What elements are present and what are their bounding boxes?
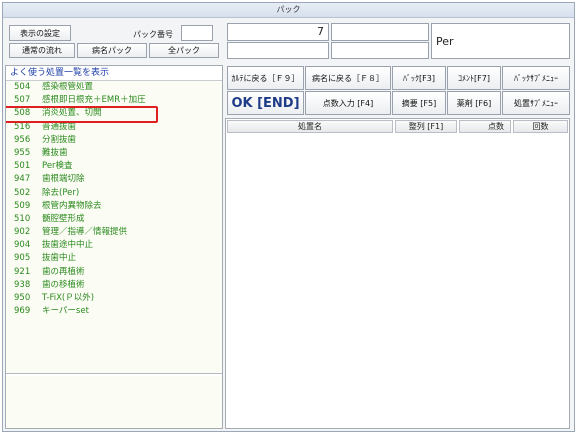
item-code: 905: [14, 253, 31, 264]
list-item[interactable]: 510 髄腔壁形成: [6, 213, 222, 226]
item-code: 969: [14, 306, 31, 317]
treatment-submenu-button[interactable]: 処置ｻﾌﾞﾒﾆｭｰ: [502, 91, 570, 115]
list-item[interactable]: 950 T-FiX(Ｐ以外): [6, 292, 222, 305]
list-item[interactable]: 902 管理／指導／情報提供: [6, 226, 222, 239]
item-code: 509: [14, 200, 31, 211]
frequent-treatment-panel: よく使う処置一覧を表示 504 感染根管処置 507 感根即日根充＋EMR＋加圧 508…: [5, 65, 223, 429]
item-name: 抜歯中止: [42, 253, 77, 264]
treatment-list: 504 感染根管処置 507 感根即日根充＋EMR＋加圧 508 消炎処置、切開 516 普通…: [6, 81, 222, 374]
detail-box: [6, 376, 222, 428]
pack-window: パック 表示の設定 パック番号 通常の流れ 病名パック 全パック 7 Per ｶ…: [2, 2, 575, 432]
sort-button[interactable]: 整列 [F1]: [395, 120, 457, 133]
list-item[interactable]: 904 抜歯途中中止: [6, 239, 222, 252]
item-name: 抜歯途中中止: [42, 240, 94, 251]
field-2[interactable]: [331, 23, 429, 41]
item-code: 902: [14, 227, 31, 238]
list-header[interactable]: よく使う処置一覧を表示: [6, 66, 222, 81]
item-name: 普通抜歯: [42, 121, 77, 132]
item-code: 502: [14, 187, 31, 198]
score-input-button[interactable]: 点数入力 [F4]: [305, 91, 391, 115]
field-3[interactable]: [227, 42, 329, 59]
item-name: 歯の再植術: [42, 266, 85, 277]
column-points[interactable]: 点数: [459, 120, 511, 133]
per-field[interactable]: Per: [431, 23, 570, 59]
normal-flow-button[interactable]: 通常の流れ: [9, 43, 75, 58]
ok-end-button[interactable]: OK [END]: [227, 91, 304, 115]
treatment-table: 処置名 整列 [F1] 点数 回数: [225, 118, 570, 429]
item-code: 510: [14, 213, 31, 224]
item-code: 921: [14, 266, 31, 277]
back-submenu-button[interactable]: ﾊﾞｯｸｻﾌﾞﾒﾆｭｰ: [502, 66, 570, 90]
item-code: 950: [14, 293, 31, 303]
column-count[interactable]: 回数: [513, 120, 568, 133]
item-code: 956: [14, 134, 31, 145]
field-4[interactable]: [331, 42, 429, 59]
list-item[interactable]: 502 除去(Per): [6, 187, 222, 200]
item-code: 504: [14, 82, 31, 92]
selection-highlight: [6, 106, 158, 123]
return-to-chart-button[interactable]: ｶﾙﾃに戻る［Ｆ９］: [227, 66, 304, 90]
item-code: 904: [14, 240, 31, 251]
list-item[interactable]: 905 抜歯中止: [6, 252, 222, 265]
summary-button[interactable]: 摘要 [F5]: [392, 91, 446, 115]
medicine-button[interactable]: 薬剤 [F6]: [447, 91, 501, 115]
item-name: 分割抜歯: [42, 134, 77, 145]
item-name: 歯根端切除: [42, 174, 85, 185]
item-code: 947: [14, 174, 31, 185]
item-name: 除去(Per): [42, 187, 80, 198]
list-item[interactable]: 947 歯根端切除: [6, 173, 222, 186]
pack-number-label: パック番号: [133, 30, 173, 39]
all-pack-button[interactable]: 全パック: [149, 43, 219, 58]
column-treatment-name[interactable]: 処置名: [227, 120, 393, 133]
item-name: 難抜歯: [42, 147, 68, 158]
item-name: 髄腔壁形成: [42, 213, 85, 224]
list-item[interactable]: 509 根管内異物除去: [6, 200, 222, 213]
item-name: 感根即日根充＋EMR＋加圧: [42, 95, 146, 106]
return-to-disease-button[interactable]: 病名に戻る［Ｆ８］: [305, 66, 391, 90]
count-field[interactable]: 7: [227, 23, 329, 41]
display-settings-button[interactable]: 表示の設定: [9, 25, 71, 41]
item-code: 501: [14, 161, 31, 172]
item-name: キーパーset: [42, 306, 89, 317]
item-code: 955: [14, 147, 31, 158]
item-name: 管理／指導／情報提供: [42, 227, 128, 238]
item-name: T-FiX(Ｐ以外): [42, 293, 95, 303]
item-name: 感染根管処置: [42, 82, 94, 92]
disease-pack-button[interactable]: 病名パック: [77, 43, 147, 58]
list-item[interactable]: 955 難抜歯: [6, 147, 222, 160]
item-name: 歯の移植術: [42, 279, 85, 290]
pack-number-input[interactable]: [181, 25, 213, 41]
back-button[interactable]: ﾊﾞｯｸ[F3]: [392, 66, 446, 90]
comment-button[interactable]: ｺﾒﾝﾄ[F7]: [447, 66, 501, 90]
list-item[interactable]: 501 Per検査: [6, 160, 222, 173]
item-name: 根管内異物除去: [42, 200, 102, 211]
item-name: Per検査: [42, 161, 73, 172]
list-item[interactable]: 921 歯の再植術: [6, 266, 222, 279]
item-code: 938: [14, 279, 31, 290]
window-title: パック: [3, 3, 574, 18]
list-item[interactable]: 969 キーパーset: [6, 305, 222, 318]
list-item[interactable]: 938 歯の移植術: [6, 279, 222, 292]
list-item[interactable]: 504 感染根管処置: [6, 81, 222, 94]
list-item[interactable]: 956 分割抜歯: [6, 134, 222, 147]
